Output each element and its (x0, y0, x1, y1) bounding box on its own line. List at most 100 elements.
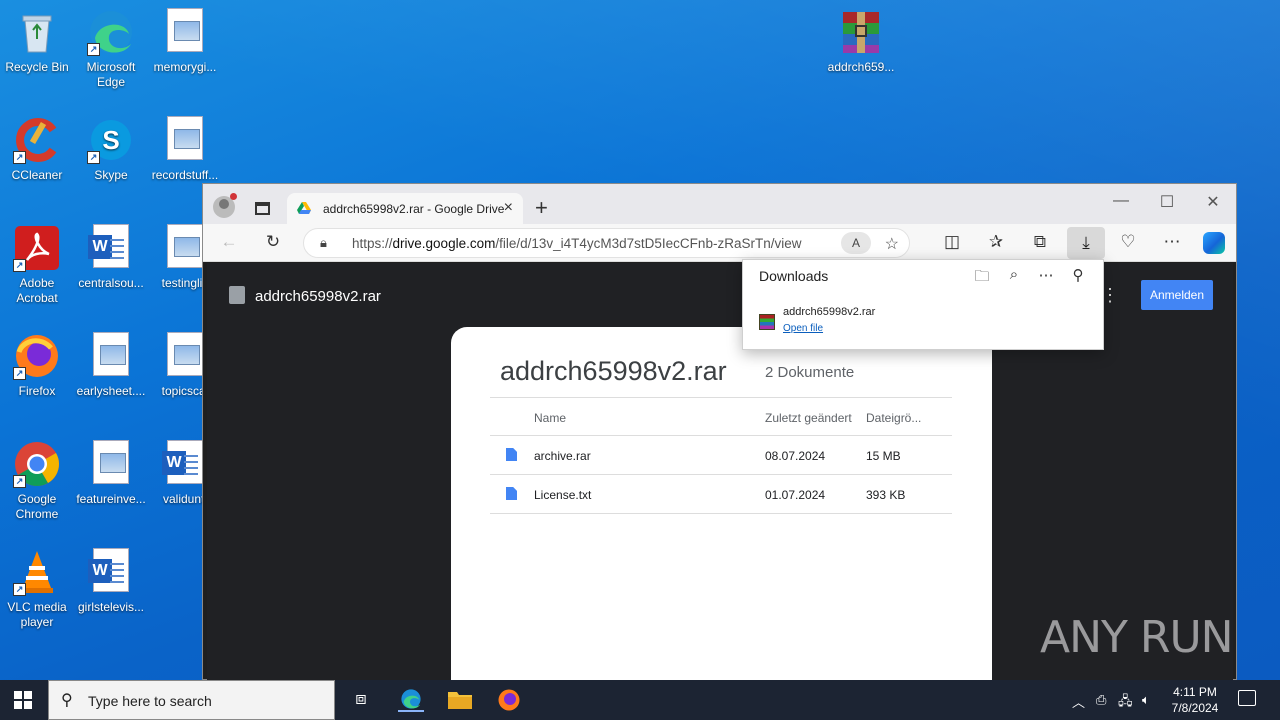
url-text: https://drive.google.com/file/d/13v_i4T4… (352, 236, 802, 251)
word-document-icon: W (87, 548, 135, 596)
file-modified: 08.07.2024 (765, 449, 826, 463)
notification-center-icon[interactable] (1238, 690, 1256, 706)
file-modified: 01.07.2024 (765, 488, 826, 502)
desktop-icon-recycle-bin[interactable]: Recycle Bin (0, 8, 74, 75)
open-file-link[interactable]: Open file (783, 323, 823, 334)
archive-file-icon (229, 286, 245, 304)
desktop-icon-label: addrch659... (827, 60, 895, 74)
firefox-taskbar-icon[interactable] (496, 688, 522, 712)
anyrun-watermark: ANY RUN (1040, 612, 1234, 663)
taskbar-search-box[interactable]: ⚲ Type here to search (48, 680, 335, 720)
downloads-flyout: Downloads 🗀︎ ⌕ ⋯ ⚲ addrch65998v2.rar Ope… (742, 259, 1104, 350)
image-file-icon (161, 116, 209, 164)
show-hidden-icons-chevron-icon[interactable]: ︿ (1072, 692, 1085, 711)
shortcut-arrow-icon: ↗ (13, 151, 26, 164)
read-aloud-icon[interactable]: A (841, 232, 871, 254)
tab-actions-icon[interactable] (255, 202, 270, 215)
profile-icon[interactable] (213, 193, 237, 218)
desktop-icon-microsoft-edge[interactable]: ↗ Microsoft Edge (74, 8, 148, 90)
network-icon[interactable]: 🖧︎ (1118, 692, 1133, 714)
back-icon[interactable]: ← (217, 232, 241, 252)
desktop-icon-label: recordstuff... (151, 168, 219, 182)
column-modified[interactable]: Zuletzt geändert (765, 411, 852, 425)
shortcut-arrow-icon: ↗ (87, 43, 100, 56)
downloads-icon[interactable]: ⤓ (1067, 227, 1105, 259)
shortcut-arrow-icon: ↗ (13, 367, 26, 380)
file-icon (506, 448, 517, 461)
archive-title: addrch65998v2.rar (500, 356, 727, 386)
download-file-name[interactable]: addrch65998v2.rar (783, 306, 875, 318)
favorite-star-icon[interactable]: ☆ (885, 234, 899, 254)
browser-essentials-icon[interactable]: ♡ (1116, 232, 1140, 252)
copilot-icon[interactable] (1203, 232, 1225, 254)
firefox-icon: ↗ (13, 332, 61, 380)
open-downloads-folder-icon[interactable]: 🗀︎ (971, 266, 993, 291)
desktop-icon-label: Skype (94, 168, 128, 182)
address-bar[interactable]: 🔒︎ https://drive.google.com/file/d/13v_i… (303, 228, 910, 258)
desktop-icon-ccleaner[interactable]: ↗ CCleaner (0, 116, 74, 183)
edge-taskbar-icon[interactable] (398, 688, 424, 712)
maximize-button[interactable]: ☐ (1144, 192, 1190, 212)
desktop-icon-skype[interactable]: S ↗ Skype (74, 116, 148, 183)
desktop-icon-label: VLC media player (7, 600, 67, 629)
desktop-icon-adobe-acrobat[interactable]: ↗ Adobe Acrobat (0, 224, 74, 306)
system-clock[interactable]: 4:11 PM 7/8/2024 (1160, 684, 1230, 716)
close-tab-icon[interactable]: × (504, 199, 513, 217)
desktop-icon-featureinve[interactable]: featureinve... (74, 440, 148, 507)
desktop-icon-memorygi[interactable]: memorygi... (148, 8, 222, 75)
desktop-icon-label: Adobe Acrobat (16, 276, 58, 305)
device-icon[interactable]: ⎙ (1096, 692, 1106, 708)
winrar-archive-icon (837, 8, 885, 56)
search-downloads-icon[interactable]: ⌕ (1003, 266, 1025, 283)
close-window-button[interactable]: ✕ (1190, 192, 1236, 212)
desktop-icon-earlysheet[interactable]: earlysheet.... (74, 332, 148, 399)
more-options-icon[interactable]: ⋯ (1035, 266, 1057, 284)
tab-google-drive[interactable]: addrch65998v2.rar - Google Drive × (287, 193, 523, 224)
desktop-icon-centralsou[interactable]: W centralsou... (74, 224, 148, 291)
column-name[interactable]: Name (534, 411, 566, 425)
desktop-icon-label: Firefox (18, 384, 56, 398)
shortcut-arrow-icon: ↗ (13, 583, 26, 596)
column-size[interactable]: Dateigrö... (866, 411, 921, 425)
split-screen-icon[interactable]: ◫ (940, 232, 964, 252)
table-row[interactable]: archive.rar 08.07.2024 15 MB (490, 436, 952, 475)
desktop-icon-label: girlstelevis... (77, 600, 145, 614)
edge-icon: ↗ (87, 8, 135, 56)
image-file-icon (87, 332, 135, 380)
refresh-icon[interactable]: ↻ (261, 232, 285, 252)
clock-date: 7/8/2024 (1171, 701, 1219, 715)
new-tab-icon[interactable]: + (535, 195, 548, 221)
sign-in-button[interactable]: Anmelden (1141, 280, 1213, 310)
search-placeholder: Type here to search (88, 693, 212, 709)
favorites-icon[interactable]: ✰ (984, 232, 1008, 252)
desktop-icon-girlstelevis[interactable]: W girlstelevis... (74, 548, 148, 615)
downloads-title: Downloads (759, 268, 829, 284)
google-drive-icon (297, 202, 311, 214)
volume-icon[interactable]: 🔈︎ (1142, 692, 1150, 708)
desktop-icon-firefox[interactable]: ↗ Firefox (0, 332, 74, 399)
word-document-icon: W (87, 224, 135, 272)
taskbar: ⚲ Type here to search ⧈ ︿ ⎙ 🖧︎ 🔈︎ 4:11 P… (0, 680, 1280, 720)
minimize-button[interactable]: — (1098, 192, 1144, 210)
chrome-icon: ↗ (13, 440, 61, 488)
desktop-icon-recordstuff[interactable]: recordstuff... (148, 116, 222, 183)
table-row[interactable]: License.txt 01.07.2024 393 KB (490, 475, 952, 514)
windows-start-icon[interactable] (14, 691, 32, 709)
document-count: 2 Dokumente (765, 364, 855, 381)
desktop-icon-label: centralsou... (78, 276, 144, 290)
clock-time: 4:11 PM (1173, 685, 1217, 699)
desktop-icon-addrch-rar[interactable]: addrch659... (824, 8, 898, 75)
desktop-icon-google-chrome[interactable]: ↗ Google Chrome (0, 440, 74, 522)
lock-icon: 🔒︎ (320, 235, 327, 250)
desktop-icon-label: Microsoft Edge (86, 60, 136, 89)
collections-icon[interactable]: ⧉ (1028, 232, 1052, 252)
svg-text:S: S (102, 125, 119, 155)
pin-icon[interactable]: ⚲ (1067, 266, 1089, 284)
winrar-file-icon (759, 314, 775, 330)
file-explorer-icon[interactable] (447, 688, 473, 712)
desktop-icon-vlc[interactable]: ↗ VLC media player (0, 548, 74, 630)
vlc-icon: ↗ (13, 548, 61, 596)
task-view-icon[interactable]: ⧈ (348, 688, 374, 712)
settings-more-icon[interactable]: ⋯ (1160, 232, 1184, 252)
desktop-icon-label: Recycle Bin (5, 60, 69, 74)
